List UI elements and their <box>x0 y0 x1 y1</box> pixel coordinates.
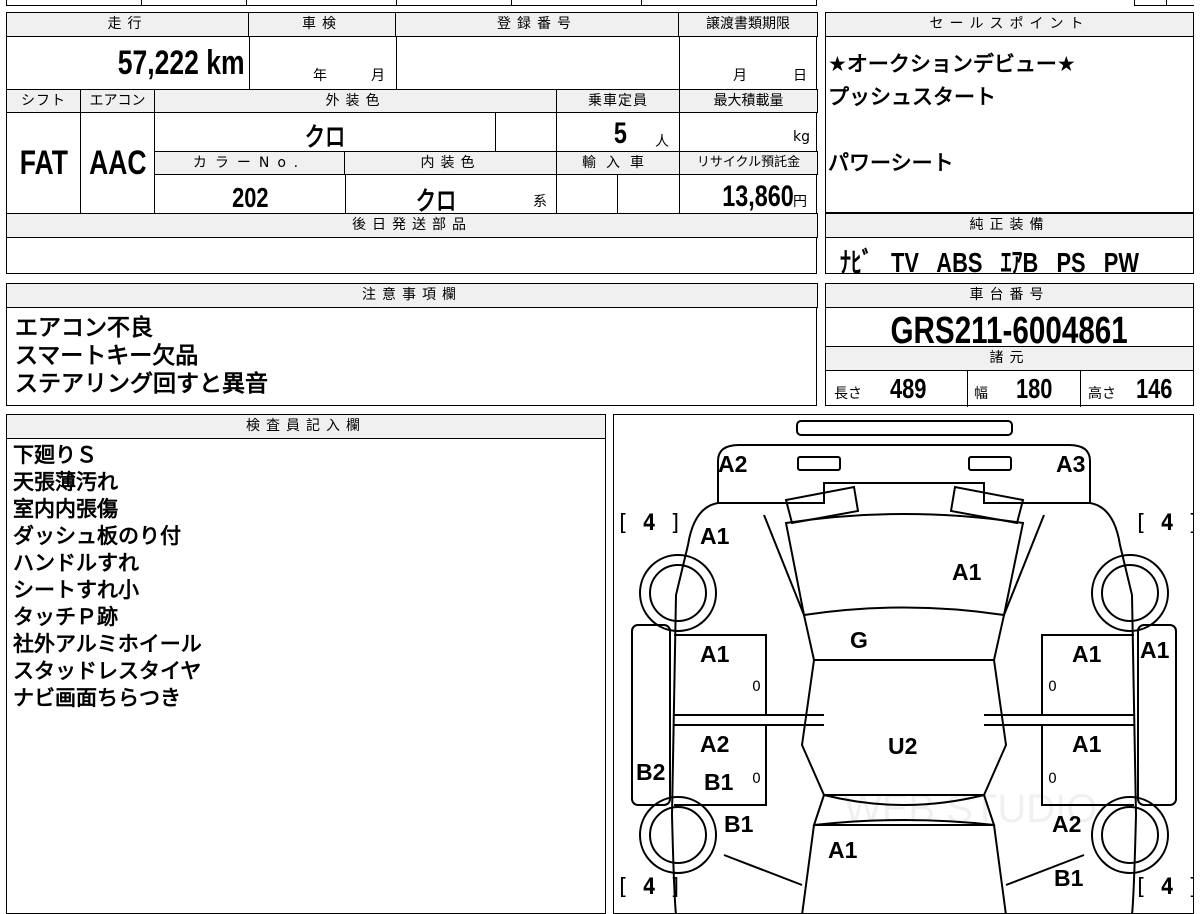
note-line: エアコン不良 <box>15 315 153 341</box>
diagram-label-right-fender: A1 <box>1140 637 1170 663</box>
inspector-line: 社外アルミホイール <box>13 632 202 656</box>
tire-front-right: [ 4 ] <box>1134 511 1193 536</box>
inspection-year-label: 年 <box>313 68 327 84</box>
notes-header: 注意事項欄 <box>6 283 818 308</box>
color-no-header: カラーNo. <box>154 151 345 175</box>
recycle-header: リサイクル預託金 <box>679 151 818 175</box>
aircon-header: エアコン <box>80 89 155 113</box>
inspector-line: シートすれ小 <box>13 578 139 602</box>
capacity-unit: 人 <box>655 134 669 150</box>
color-no-value: 202 <box>231 182 269 213</box>
mileage-value: 57,222 km <box>118 44 245 82</box>
capacity-value: 5 <box>613 117 627 150</box>
recycle-value: 13,860 <box>722 180 794 213</box>
chassis-header: 車台番号 <box>825 283 1194 308</box>
inspector-line: ハンドルすれ <box>13 551 139 575</box>
inspector-line: 天張薄汚れ <box>13 470 118 494</box>
inspector-line: ナビ画面ちらつき <box>13 686 181 710</box>
diagram-label-rear-right-door: A1 <box>1072 731 1102 757</box>
height-value: 146 <box>1136 373 1173 404</box>
note-line: スマートキー欠品 <box>15 343 199 369</box>
shift-header: シフト <box>6 89 81 113</box>
width-label: 幅 <box>974 386 988 402</box>
sales-point-line: ★オークションデビュー★ <box>828 52 1076 76</box>
diagram-label-trunk: A1 <box>828 837 858 863</box>
transfer-deadline-header: 譲渡書類期限 <box>678 12 818 37</box>
shift-value: FAT <box>19 144 68 182</box>
genuine-equipment-header: 純正装備 <box>825 213 1194 238</box>
height-label: 高さ <box>1088 386 1116 402</box>
chassis-box: 車台番号 GRS211-6004861 諸元 長さ 489 幅 180 高さ 1… <box>825 283 1194 407</box>
genuine-equipment-box: 純正装備 ﾅﾋﾞ TV ABS ｴｱB PS PW <box>825 213 1194 278</box>
later-parts-header: 後日発送部品 <box>6 213 818 238</box>
exterior-color-header: 外装色 <box>154 89 557 113</box>
inspector-line: 室内内張傷 <box>13 497 118 521</box>
exterior-color-value: クロ <box>304 122 346 152</box>
mileage-header: 走行 <box>6 12 249 37</box>
max-load-unit: kg <box>793 129 810 145</box>
transfer-month-label: 月 <box>733 68 747 84</box>
specs-header: 諸元 <box>825 346 1194 371</box>
aircon-value: AAC <box>89 144 147 182</box>
sales-point-line: パワーシート <box>828 151 954 175</box>
diagram-label-hood-center: A1 <box>952 559 982 585</box>
diagram-label-roof: U2 <box>888 733 918 759</box>
notes-box: 注意事項欄 エアコン不良 スマートキー欠品 ステアリング回すと異音 <box>6 283 818 406</box>
recycle-unit: 円 <box>793 194 807 210</box>
diagram-label-front-right-door: A1 <box>1072 641 1102 667</box>
diagram-label-rear-left-door-b: B1 <box>704 769 734 795</box>
door-mark-front-right: 0 <box>1048 679 1057 695</box>
diagram-label-front-left-corner: A2 <box>718 451 748 477</box>
max-load-header: 最大積載量 <box>679 89 818 113</box>
door-mark-rear-left: 0 <box>752 771 761 787</box>
inspection-header: 車検 <box>248 12 396 37</box>
diagram-label-front-left-door: A1 <box>700 641 730 667</box>
inspector-line: タッチＰ跡 <box>13 605 118 629</box>
diagram-label-rear-left-door-a: A2 <box>700 731 730 757</box>
sales-points-box: セールスポイント ★オークションデビュー★ プッシュスタート パワーシート <box>825 12 1194 213</box>
length-label: 長さ <box>834 386 862 402</box>
watermark: WEB STUDIO <box>844 787 1098 831</box>
sales-points-header: セールスポイント <box>825 12 1194 37</box>
diagram-label-front-right-corner: A3 <box>1056 451 1086 477</box>
note-line: ステアリング回すと異音 <box>15 371 268 397</box>
inspector-line: スタッドレスタイヤ <box>13 659 202 683</box>
inspector-box: 検査員記入欄 下廻りＳ 天張薄汚れ 室内内張傷 ダッシュ板のり付 ハンドルすれ … <box>6 414 606 914</box>
door-mark-rear-right: 0 <box>1048 771 1057 787</box>
diagram-label-windshield: G <box>850 627 868 653</box>
sales-point-line: プッシュスタート <box>828 85 996 109</box>
vehicle-info-table: 走行 車検 登録番号 譲渡書類期限 57,222 km 年 月 月 日 シフト … <box>6 12 818 274</box>
import-header: 輸入車 <box>556 151 680 175</box>
inspector-line: 下廻りＳ <box>13 443 97 467</box>
registration-header: 登録番号 <box>395 12 679 37</box>
door-mark-front-left: 0 <box>752 679 761 695</box>
diagram-label-rear-right-corner: B1 <box>1054 865 1084 891</box>
length-value: 489 <box>890 373 927 404</box>
top-cut-strip <box>6 0 1194 6</box>
width-value: 180 <box>1016 373 1053 404</box>
transfer-day-label: 日 <box>793 68 807 84</box>
diagram-label-rear-left-quarter: B1 <box>724 811 754 837</box>
car-diagram-box: A2 A3 [ 4 ] [ 4 ] A1 A1 G A1 A1 A1 0 0 A… <box>613 414 1194 914</box>
tire-rear-right: [ 4 ] <box>1134 875 1193 900</box>
diagram-label-hood-left: A1 <box>700 523 730 549</box>
genuine-equipment-list: ﾅﾋﾞ TV ABS ｴｱB PS PW <box>840 247 1139 278</box>
capacity-header: 乗車定員 <box>556 89 680 113</box>
inspector-line: ダッシュ板のり付 <box>13 524 181 548</box>
inspection-month-label: 月 <box>371 68 385 84</box>
interior-color-header: 内装色 <box>344 151 557 175</box>
interior-color-suffix: 系 <box>533 194 547 210</box>
tire-front-left: [ 4 ] <box>616 511 683 536</box>
inspector-header: 検査員記入欄 <box>6 414 606 439</box>
tire-rear-left: [ 4 ] <box>616 875 683 900</box>
diagram-label-left-side: B2 <box>636 759 666 785</box>
